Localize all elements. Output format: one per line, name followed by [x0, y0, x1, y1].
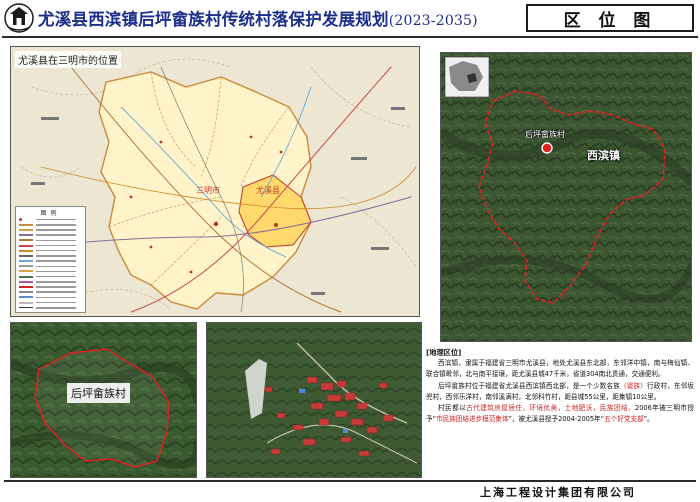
logo-emblem-icon: [4, 3, 34, 33]
regional-map-caption: 尤溪县在三明市的位置: [15, 51, 121, 68]
header: 尤溪县西滨镇后坪畲族村传统村落保护发展规划(2023-2035) 区 位 图: [0, 0, 700, 36]
description-paragraph-1: 西滨镇，隶属于福建省三明市尤溪县，地处尤溪县东北部，东邻洋中镇，南与梅仙镇、联合…: [426, 359, 694, 379]
boundary-village-label: 后坪畲族村: [67, 383, 130, 403]
regional-map[interactable]: 尤溪县在三明市的位置 三明市 尤溪县 图例: [10, 46, 420, 317]
company-name: 上海工程设计集团有限公司: [480, 486, 636, 499]
description-paragraph-3: 村民都以古代建筑房屋居住，环境优美，土地肥沃，民族团结，2006年被三明市授予“…: [426, 404, 695, 424]
settlement-detail-map[interactable]: [206, 322, 422, 478]
satellite-graphic: [441, 53, 691, 341]
sanming-city-label: 三明市: [196, 186, 220, 195]
description-paragraph-2: 后坪畲族村位于福建省尤溪县西滨镇西北部，是一个少数名族（畲族）行政村，东邻坂兜村…: [426, 381, 695, 401]
description-heading: [地理区位]: [426, 348, 462, 357]
settlement-detail-graphic: [207, 323, 421, 477]
xibin-town-label: 西滨镇: [587, 149, 620, 162]
youxi-county-label: 尤溪县: [256, 186, 280, 195]
satellite-town-map[interactable]: 后坪畲族村 西滨镇: [440, 52, 692, 342]
legend-title: 图例: [40, 210, 61, 217]
location-description: [地理区位] 西滨镇，隶属于福建省三明市尤溪县，地处尤溪县东北部，东邻洋中镇，南…: [426, 347, 694, 425]
footer: 上海工程设计集团有限公司: [4, 480, 696, 502]
satellite-village-label: 后坪畲族村: [525, 130, 565, 139]
village-boundary-map[interactable]: 后坪畲族村: [10, 322, 197, 478]
year-range: (2023-2035): [388, 13, 478, 29]
header-divider: [2, 36, 698, 38]
section-label: 区 位 图: [526, 4, 694, 32]
page-title: 尤溪县西滨镇后坪畲族村传统村落保护发展规划(2023-2035): [38, 10, 478, 29]
map-legend: 图例: [15, 206, 86, 313]
